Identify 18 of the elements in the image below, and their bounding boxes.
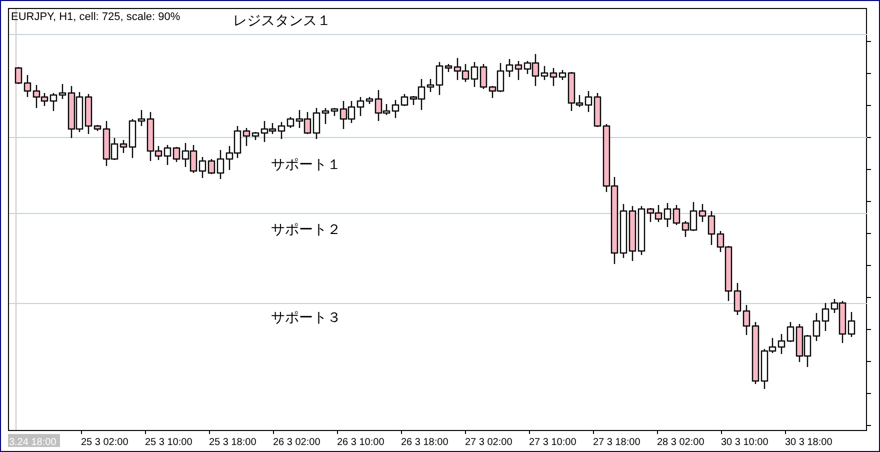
support-label: サポート２ bbox=[271, 222, 341, 238]
time-label: 25 3 10:00 bbox=[145, 437, 192, 448]
time-label: 28 3 02:00 bbox=[657, 437, 704, 448]
resistance-label: レジスタンス１ bbox=[233, 13, 331, 29]
time-label: 26 3 18:00 bbox=[401, 437, 448, 448]
support-label: サポート３ bbox=[271, 310, 341, 326]
support-label: サポート１ bbox=[271, 157, 341, 173]
time-label: 27 3 02:00 bbox=[465, 437, 512, 448]
chart-header: EURJPY, H1, cell: 725, scale: 90% bbox=[11, 11, 180, 23]
time-label: 26 3 02:00 bbox=[273, 437, 320, 448]
time-label: 30 3 10:00 bbox=[721, 437, 768, 448]
time-label: 30 3 18:00 bbox=[785, 437, 832, 448]
time-label: 25 3 02:00 bbox=[81, 437, 128, 448]
time-label: 3.24 18:00 bbox=[9, 437, 56, 448]
time-label: 26 3 10:00 bbox=[337, 437, 384, 448]
time-label: 25 3 18:00 bbox=[209, 437, 256, 448]
time-label: 27 3 18:00 bbox=[593, 437, 640, 448]
time-label: 27 3 10:00 bbox=[529, 437, 576, 448]
